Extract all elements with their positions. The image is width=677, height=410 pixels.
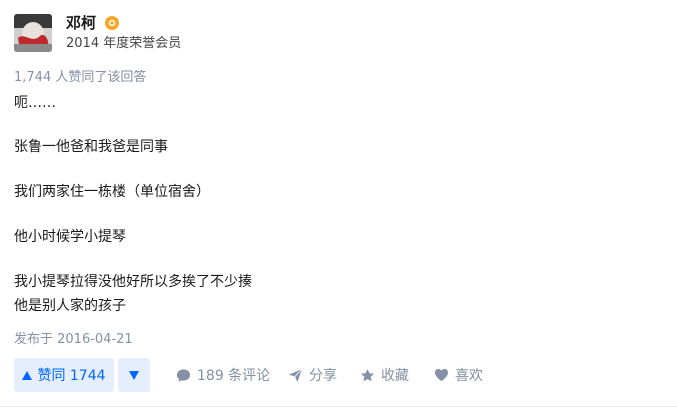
triangle-up-icon (22, 370, 33, 380)
content-paragraph: 他是别人家的孩子 (14, 298, 126, 314)
collect-button[interactable]: 收藏 (360, 358, 409, 392)
comments-label: 189 条评论 (197, 368, 271, 384)
author-description: 2014 年度荣誉会员 (66, 36, 182, 51)
honor-badge-icon[interactable] (104, 15, 120, 31)
action-bar: 赞同 1744 189 条评论 分享 收藏 喜欢 (14, 358, 664, 392)
author-name[interactable]: 邓柯 (66, 14, 96, 32)
bottom-divider (0, 406, 677, 407)
triangle-down-icon (129, 370, 139, 380)
avatar[interactable] (14, 14, 52, 52)
paper-plane-icon (288, 368, 303, 382)
comment-bubble-icon (176, 368, 191, 382)
collect-label: 收藏 (381, 368, 409, 384)
content-paragraph: 我小提琴拉得没他好所以多挨了不少揍 (14, 274, 252, 290)
content-paragraph: 张鲁一他爸和我爸是同事 (14, 139, 168, 155)
vote-summary[interactable]: 1,744 人赞同了该回答 (14, 66, 146, 85)
content-paragraph: 呃…… (14, 95, 56, 111)
answer-card: 邓柯 2014 年度荣誉会员 1,744 人赞同了该回答 呃…… 张鲁一他爸和我… (0, 0, 677, 410)
comments-button[interactable]: 189 条评论 (176, 358, 270, 392)
like-label: 喜欢 (455, 368, 483, 384)
heart-icon (434, 368, 449, 382)
publish-time[interactable]: 发布于 2016-04-21 (14, 328, 133, 347)
share-button[interactable]: 分享 (288, 358, 337, 392)
star-icon (360, 368, 375, 381)
share-label: 分享 (309, 368, 337, 384)
vote-up-button[interactable]: 赞同 1744 (14, 358, 114, 392)
vote-down-button[interactable] (118, 358, 150, 392)
like-button[interactable]: 喜欢 (434, 358, 483, 392)
vote-up-label: 赞同 1744 (37, 368, 106, 384)
avatar-image (14, 14, 52, 52)
content-paragraph: 他小时候学小提琴 (14, 229, 126, 245)
content-paragraph: 我们两家住一栋楼（单位宿舍） (14, 184, 210, 200)
